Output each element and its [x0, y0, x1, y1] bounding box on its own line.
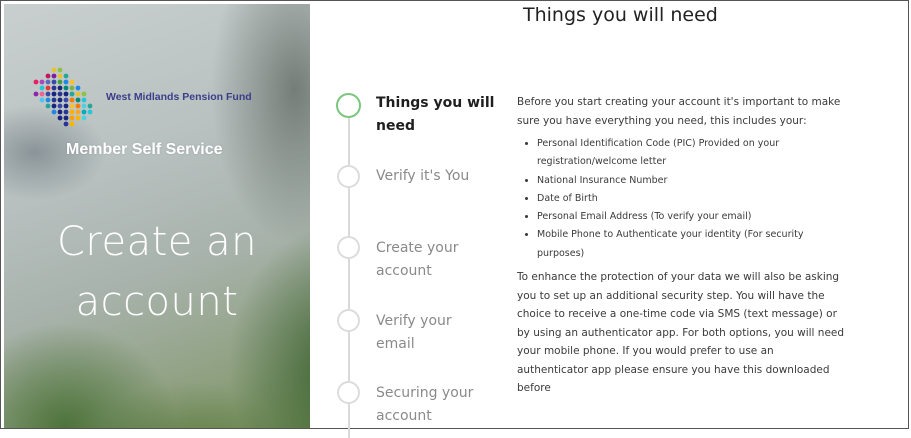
list-item: Date of Birth — [537, 190, 847, 208]
requirements-content: Before you start creating your account i… — [517, 93, 847, 398]
step-3-indicator — [337, 236, 360, 259]
logo-mosaic-icon — [33, 67, 93, 127]
step-4-label[interactable]: Verify your email — [376, 310, 506, 356]
hero-title: Create an account — [4, 212, 310, 332]
list-item: Personal Identification Code (PIC) Provi… — [537, 135, 847, 172]
security-paragraph: To enhance the protection of your data w… — [517, 271, 845, 395]
step-2-indicator — [337, 165, 360, 188]
member-self-service-label: Member Self Service — [66, 141, 223, 158]
list-item: Mobile Phone to Authenticate your identi… — [537, 226, 847, 263]
list-item: Personal Email Address (To verify your e… — [537, 208, 847, 226]
page-title: Things you will need — [523, 4, 718, 26]
step-3-label[interactable]: Create your account — [376, 237, 506, 283]
org-logo: West Midlands Pension Fund — [26, 64, 310, 134]
intro-paragraph: Before you start creating your account i… — [517, 96, 841, 127]
org-name: West Midlands Pension Fund — [106, 91, 252, 103]
step-4-indicator — [337, 309, 360, 332]
hero-panel: West Midlands Pension Fund Member Self S… — [4, 4, 310, 428]
step-5-label[interactable]: Securing your account — [376, 382, 506, 428]
hero-title-line1: Create an — [57, 219, 257, 265]
requirements-list: Personal Identification Code (PIC) Provi… — [517, 135, 847, 263]
hero-title-line2: account — [75, 279, 239, 325]
step-1-indicator — [336, 93, 361, 118]
step-5-indicator — [337, 381, 360, 404]
step-1-label[interactable]: Things you will need — [376, 92, 506, 138]
list-item: National Insurance Number — [537, 172, 847, 190]
step-2-label[interactable]: Verify it's You — [376, 165, 506, 188]
